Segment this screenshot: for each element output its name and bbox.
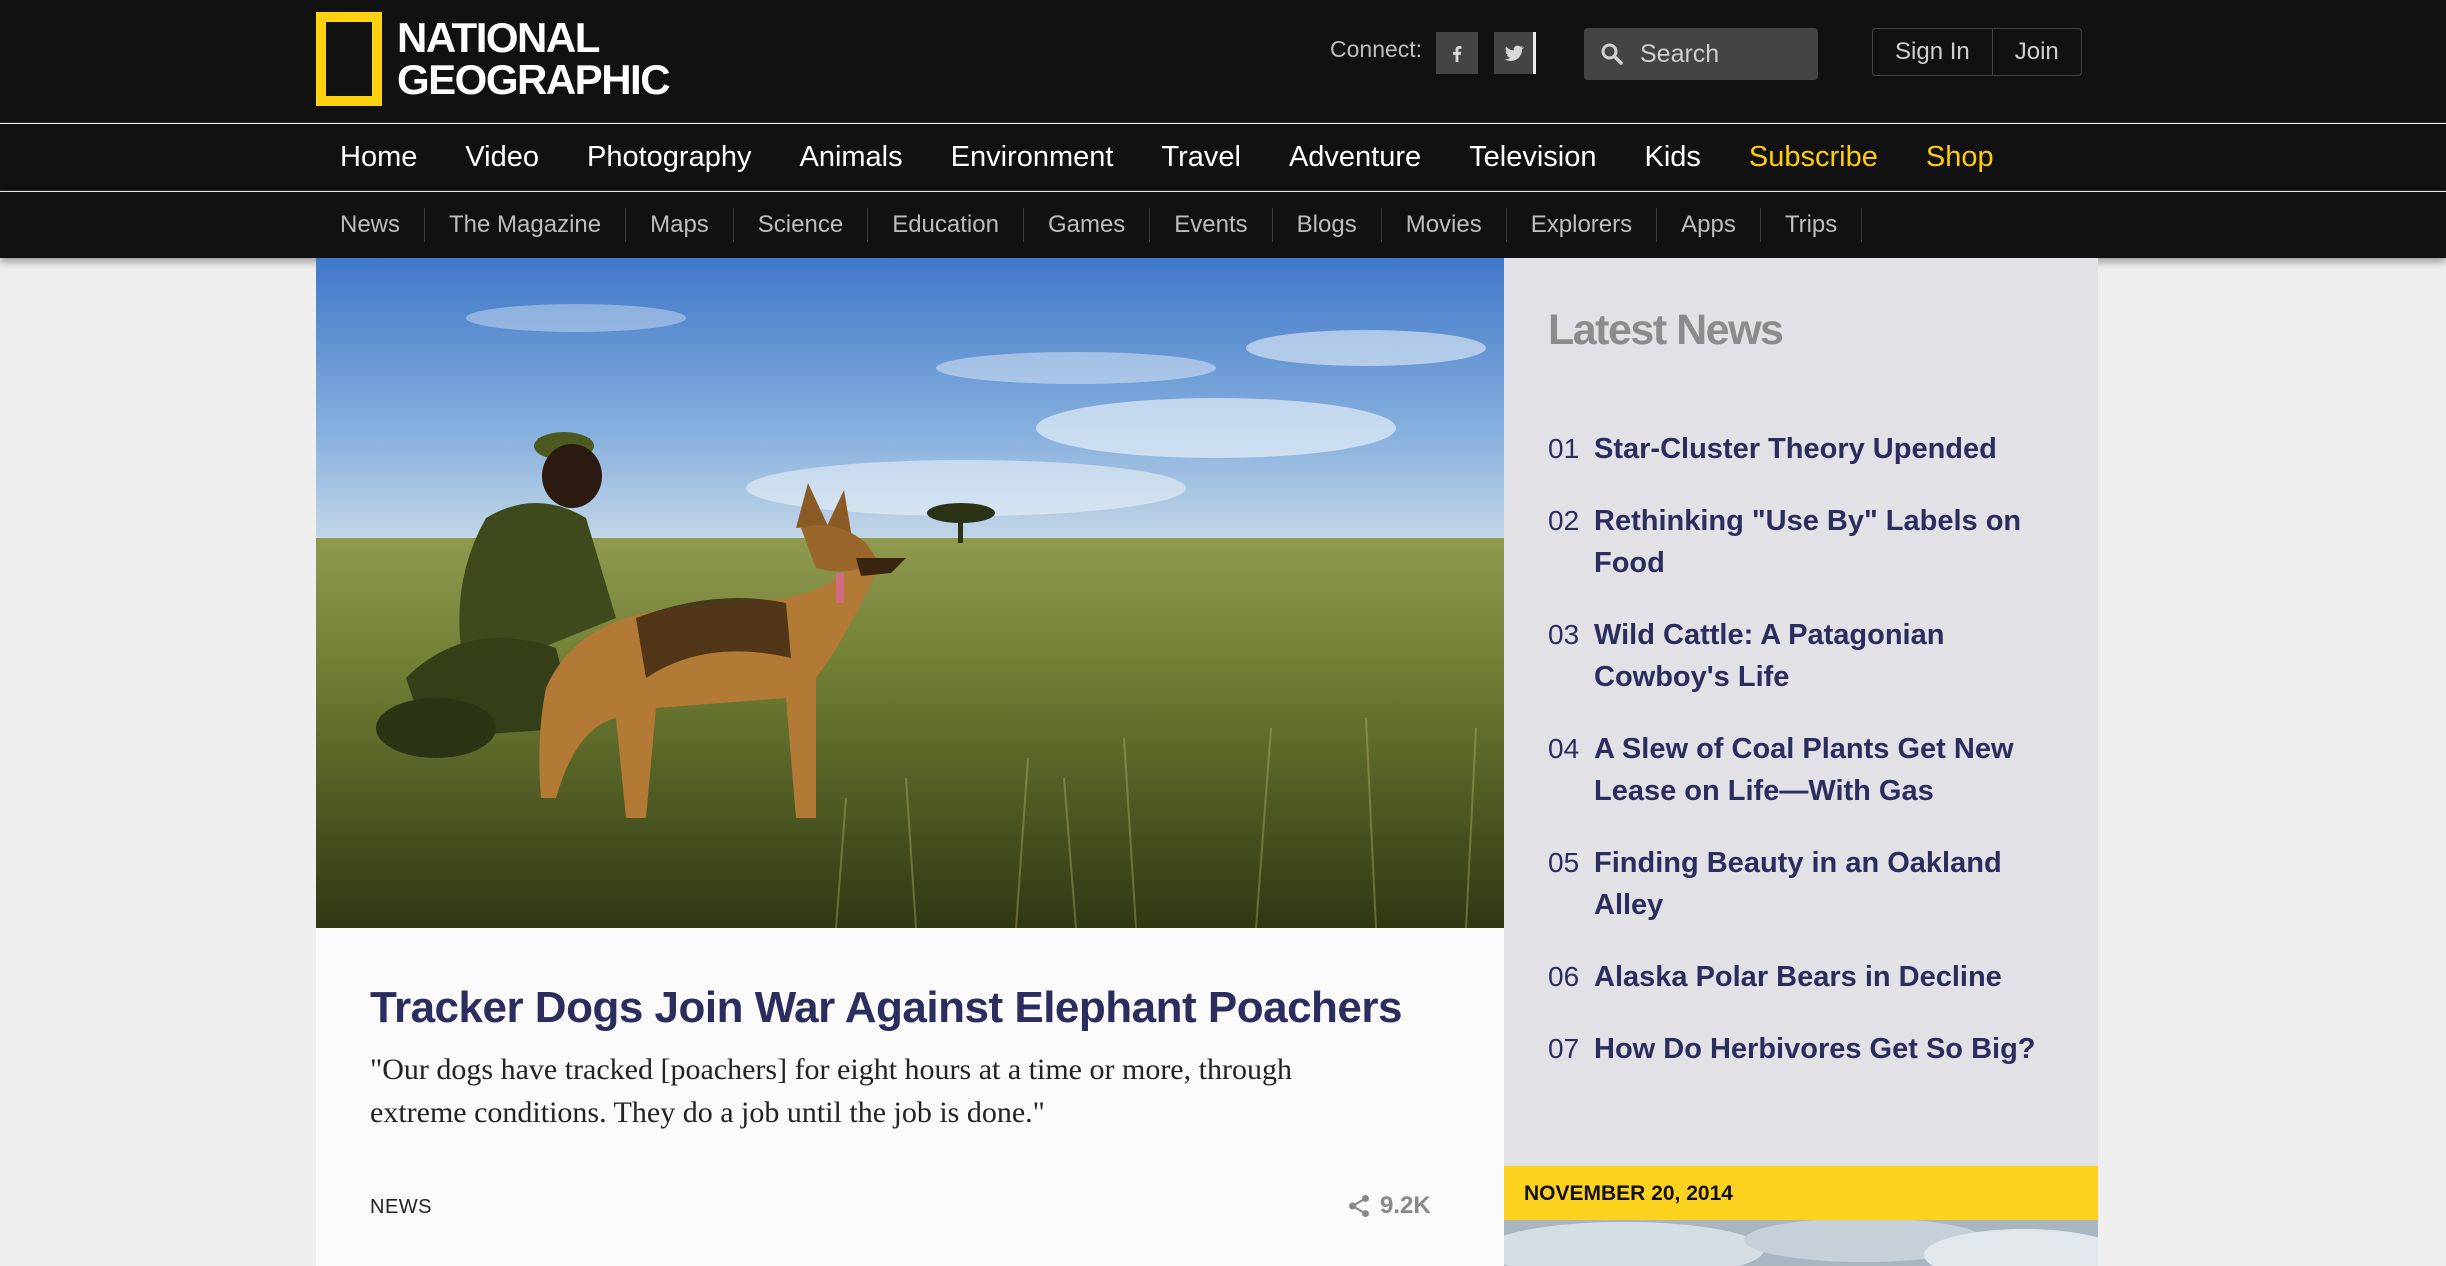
nav-kids[interactable]: Kids — [1621, 141, 1725, 174]
facebook-icon — [1453, 45, 1462, 63]
feature-hero-image[interactable] — [316, 258, 1504, 928]
logo-line-2: GEOGRAPHIC — [397, 56, 671, 103]
feature-title[interactable]: Tracker Dogs Join War Against Elephant P… — [370, 983, 1470, 1033]
sidebar-photo-thumbnail[interactable] — [1504, 1220, 2098, 1266]
share-button[interactable]: 9.2K — [1346, 1192, 1431, 1220]
subnav-education[interactable]: Education — [868, 208, 1024, 242]
news-item-number: 07 — [1548, 1033, 1580, 1064]
subnav-movies[interactable]: Movies — [1382, 208, 1507, 242]
sign-in-button[interactable]: Sign In — [1873, 29, 1992, 75]
list-item[interactable]: 01 Star-Cluster Theory Upended — [1548, 428, 2068, 470]
share-icon — [1349, 1194, 1369, 1218]
news-item-link[interactable]: Alaska Polar Bears in Decline — [1594, 956, 2002, 998]
ranger-and-dog-photo — [316, 258, 1504, 928]
nav-environment[interactable]: Environment — [927, 141, 1138, 174]
subnav-blogs[interactable]: Blogs — [1273, 208, 1382, 242]
nav-video[interactable]: Video — [441, 141, 563, 174]
news-item-number: 03 — [1548, 619, 1580, 650]
list-item[interactable]: 04 A Slew of Coal Plants Get New Lease o… — [1548, 728, 2068, 812]
list-item[interactable]: 02 Rethinking "Use By" Labels on Food — [1548, 500, 2068, 584]
nav-animals[interactable]: Animals — [775, 141, 926, 174]
subnav-explorers[interactable]: Explorers — [1507, 208, 1658, 242]
logo-yellow-border-icon — [316, 12, 382, 106]
news-item-link[interactable]: Wild Cattle: A Patagonian Cowboy's Life — [1594, 614, 2068, 698]
date-label: NOVEMBER 20, 2014 — [1524, 1182, 1733, 1205]
top-header: NATIONAL GEOGRAPHIC Connect: Search Sign… — [0, 0, 2446, 123]
share-count: 9.2K — [1380, 1192, 1431, 1219]
cloud-photo — [1504, 1220, 2098, 1266]
news-item-number: 06 — [1548, 961, 1580, 992]
connect-label: Connect: — [1330, 36, 1423, 62]
secondary-nav: News The Magazine Maps Science Education… — [0, 192, 2446, 258]
news-item-link[interactable]: Star-Cluster Theory Upended — [1594, 428, 1997, 470]
nav-adventure[interactable]: Adventure — [1265, 141, 1445, 174]
subnav-science[interactable]: Science — [734, 208, 869, 242]
search-icon — [1601, 43, 1623, 65]
list-item[interactable]: 05 Finding Beauty in an Oakland Alley — [1548, 842, 2068, 926]
list-item[interactable]: 07 How Do Herbivores Get So Big? — [1548, 1028, 2068, 1070]
date-banner: NOVEMBER 20, 2014 — [1504, 1166, 2098, 1220]
feature-article: Tracker Dogs Join War Against Elephant P… — [316, 928, 1504, 1266]
facebook-button[interactable] — [1436, 32, 1478, 74]
feature-section-label[interactable]: NEWS — [370, 1196, 432, 1219]
subnav-the-magazine[interactable]: The Magazine — [425, 208, 627, 242]
nav-photography[interactable]: Photography — [563, 141, 775, 174]
list-item[interactable]: 03 Wild Cattle: A Patagonian Cowboy's Li… — [1548, 614, 2068, 698]
logo-wordmark: NATIONAL GEOGRAPHIC — [397, 14, 671, 103]
feature-dek: "Our dogs have tracked [poachers] for ei… — [370, 1053, 1292, 1129]
news-item-number: 05 — [1548, 847, 1580, 878]
news-item-number: 02 — [1548, 505, 1580, 536]
news-item-link[interactable]: Rethinking "Use By" Labels on Food — [1594, 500, 2068, 584]
latest-news-heading: Latest News — [1548, 306, 1784, 354]
logo-line-1: NATIONAL — [397, 14, 600, 61]
nav-subscribe[interactable]: Subscribe — [1725, 141, 1902, 174]
primary-nav: Home Video Photography Animals Environme… — [0, 124, 2446, 191]
news-item-link[interactable]: How Do Herbivores Get So Big? — [1594, 1028, 2036, 1070]
news-item-number: 04 — [1548, 733, 1580, 764]
subnav-games[interactable]: Games — [1024, 208, 1151, 242]
news-item-link[interactable]: A Slew of Coal Plants Get New Lease on L… — [1594, 728, 2068, 812]
news-item-number: 01 — [1548, 433, 1580, 464]
list-item[interactable]: 06 Alaska Polar Bears in Decline — [1548, 956, 2068, 998]
nav-shop[interactable]: Shop — [1902, 141, 2018, 174]
latest-news-list: 01 Star-Cluster Theory Upended 02 Rethin… — [1548, 428, 2068, 1100]
subnav-news[interactable]: News — [316, 208, 426, 242]
nav-home[interactable]: Home — [316, 141, 441, 174]
latest-news-sidebar: Latest News 01 Star-Cluster Theory Upend… — [1504, 258, 2098, 1166]
national-geographic-logo[interactable]: NATIONAL GEOGRAPHIC — [316, 12, 671, 106]
twitter-button[interactable] — [1494, 32, 1536, 74]
search-input[interactable]: Search — [1640, 40, 1719, 69]
subnav-apps[interactable]: Apps — [1657, 208, 1761, 242]
subnav-maps[interactable]: Maps — [626, 208, 734, 242]
twitter-icon — [1504, 45, 1524, 61]
nav-travel[interactable]: Travel — [1137, 141, 1265, 174]
auth-buttons: Sign In Join — [1872, 28, 2082, 76]
nav-television[interactable]: Television — [1445, 141, 1620, 174]
search-box[interactable]: Search — [1584, 28, 1818, 80]
subnav-trips[interactable]: Trips — [1761, 208, 1863, 242]
subnav-events[interactable]: Events — [1150, 208, 1273, 242]
news-item-link[interactable]: Finding Beauty in an Oakland Alley — [1594, 842, 2068, 926]
join-button[interactable]: Join — [1991, 29, 2081, 75]
